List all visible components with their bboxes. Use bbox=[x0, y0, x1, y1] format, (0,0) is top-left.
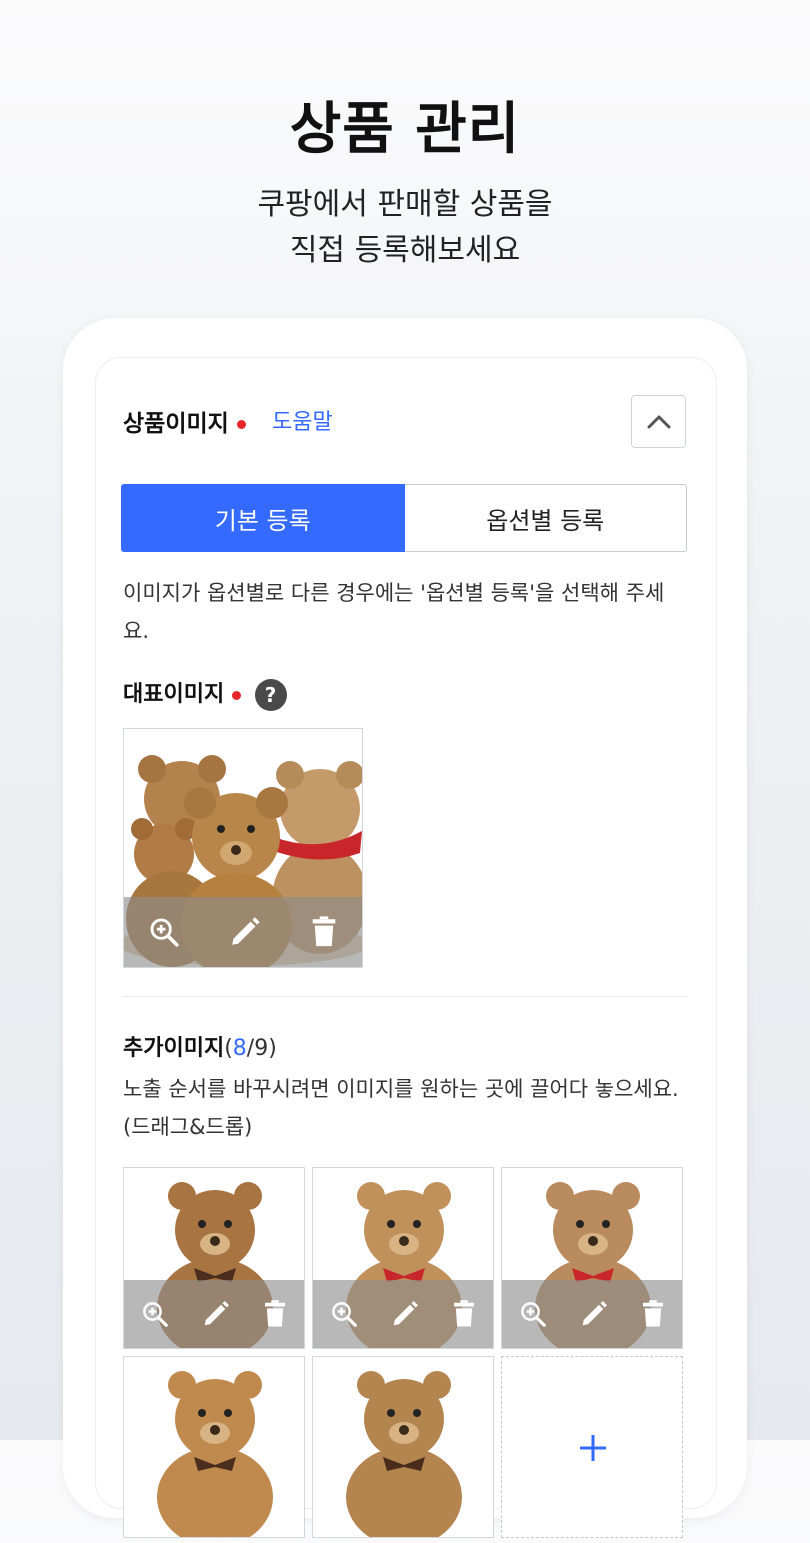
registration-type-tabs: 기본 등록 옵션별 등록 bbox=[121, 484, 687, 552]
thumbnail-action-bar bbox=[313, 1280, 493, 1348]
edit-pencil-icon[interactable] bbox=[228, 915, 262, 949]
zoom-in-icon[interactable] bbox=[147, 915, 181, 949]
help-question-icon[interactable]: ? bbox=[254, 679, 287, 711]
image-count: (8/9) bbox=[224, 1036, 277, 1061]
page-subtitle: 쿠팡에서 판매할 상품을 직접 등록해보세요 bbox=[0, 182, 810, 274]
main-image-title-text: 대표이미지 bbox=[123, 682, 225, 707]
tab-option-registration[interactable]: 옵션별 등록 bbox=[404, 484, 687, 552]
count-open: ( bbox=[224, 1036, 233, 1061]
zoom-in-icon[interactable] bbox=[329, 1299, 359, 1329]
plus-icon bbox=[580, 1435, 606, 1461]
additional-image-thumbnail[interactable] bbox=[312, 1167, 494, 1349]
page-title: 상품 관리 bbox=[289, 97, 521, 162]
additional-images-title-text: 추가이미지 bbox=[123, 1036, 225, 1061]
trash-icon-glyph bbox=[312, 916, 335, 947]
count-total: /9) bbox=[246, 1036, 277, 1061]
drag-instruction: 노출 순서를 바꾸시려면 이미지를 원하는 곳에 끌어다 놓으세요. (드래그&… bbox=[123, 1077, 679, 1139]
zoom-in-icon[interactable] bbox=[140, 1299, 170, 1329]
collapse-button[interactable] bbox=[631, 395, 686, 448]
count-current: 8 bbox=[232, 1036, 247, 1061]
required-dot bbox=[236, 420, 246, 429]
edit-pencil-icon[interactable] bbox=[390, 1299, 420, 1329]
thumbnail-action-bar bbox=[124, 897, 362, 967]
edit-pencil-icon[interactable] bbox=[579, 1299, 609, 1329]
teddy-bear-image bbox=[313, 1357, 493, 1537]
additional-image-thumbnail[interactable] bbox=[123, 1356, 305, 1538]
zoom-in-icon[interactable] bbox=[518, 1299, 548, 1329]
section-title: 상품이미지 bbox=[123, 404, 246, 438]
subtitle-line-1: 쿠팡에서 판매할 상품을 bbox=[257, 187, 553, 222]
main-image-thumbnail[interactable] bbox=[123, 728, 363, 968]
add-image-slot[interactable] bbox=[501, 1356, 683, 1538]
section-divider bbox=[123, 996, 687, 997]
edit-pencil-icon-glyph bbox=[232, 917, 260, 945]
subtitle-line-2: 직접 등록해보세요 bbox=[289, 233, 521, 268]
trash-icon[interactable] bbox=[640, 1299, 666, 1329]
trash-icon[interactable] bbox=[262, 1299, 288, 1329]
thumbnail-action-bar bbox=[502, 1280, 682, 1348]
option-notice: 이미지가 옵션별로 다른 경우에는 '옵션별 등록'을 선택해 주세요. bbox=[123, 581, 665, 643]
additional-images-title: 추가이미지(8/9) bbox=[123, 1030, 277, 1062]
additional-image-thumbnail[interactable] bbox=[312, 1356, 494, 1538]
additional-image-thumbnail[interactable] bbox=[123, 1167, 305, 1349]
section-title-text: 상품이미지 bbox=[123, 411, 229, 437]
trash-icon[interactable] bbox=[451, 1299, 477, 1329]
edit-pencil-icon[interactable] bbox=[201, 1299, 231, 1329]
chevron-up-icon bbox=[647, 415, 670, 428]
help-link[interactable]: 도움말 bbox=[272, 404, 333, 436]
main-image-title: 대표이미지 ? bbox=[123, 676, 287, 711]
trash-icon[interactable] bbox=[309, 915, 339, 949]
thumbnail-action-bar bbox=[124, 1280, 304, 1348]
zoom-in-icon-glyph bbox=[150, 918, 179, 947]
additional-image-thumbnail[interactable] bbox=[501, 1167, 683, 1349]
required-dot bbox=[231, 690, 241, 700]
tab-basic-registration[interactable]: 기본 등록 bbox=[121, 484, 405, 552]
teddy-bear-image bbox=[124, 1357, 304, 1537]
